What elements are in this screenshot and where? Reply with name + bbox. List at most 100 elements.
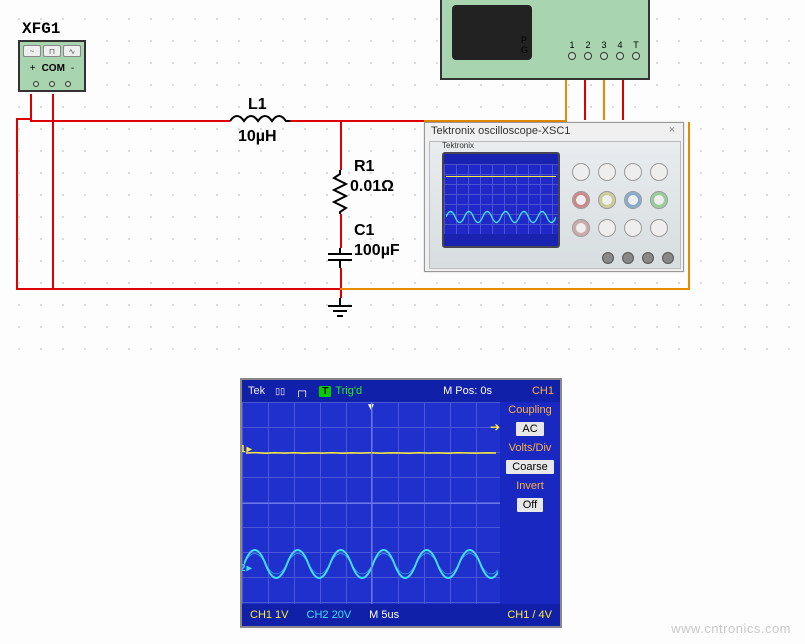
wire <box>603 80 605 120</box>
trace-ch1 <box>246 450 496 453</box>
voltsdiv-button[interactable]: Coarse <box>506 460 553 474</box>
xfg1-ports <box>33 81 71 87</box>
sine-icon: ~ <box>23 45 41 57</box>
knob-icon[interactable] <box>572 163 590 181</box>
knob-icon[interactable] <box>650 191 668 209</box>
wire <box>16 118 30 120</box>
bnc-icon[interactable] <box>642 252 654 264</box>
capacitor-symbol <box>326 248 354 268</box>
ch1-arrow-icon: ➔ <box>490 420 500 434</box>
mpos-label: M Pos: 0s <box>443 385 492 397</box>
trace-ch2 <box>244 534 498 594</box>
schematic-canvas <box>0 0 805 350</box>
xsc1-g-label: G <box>521 45 528 55</box>
scope-window[interactable]: Tektronix oscilloscope-XSC1 × Tektronix <box>424 122 684 272</box>
r1-ref: R1 <box>354 158 374 176</box>
wire <box>30 120 230 122</box>
scope-bottom-bar: CH1 1V CH2 20V M 5us CH1 / 4V <box>242 604 560 626</box>
xsc1-ports: 1 2 3 4 T <box>568 40 640 60</box>
xsc1-portt-label: T <box>633 40 639 50</box>
mini-trace-ch2 <box>446 206 556 228</box>
bnc-icon[interactable] <box>622 252 634 264</box>
scope-brand: Tektronix <box>442 141 474 150</box>
xsc1-port3-label: 3 <box>601 40 606 50</box>
xsc1-port4[interactable] <box>616 52 624 60</box>
xsc1-port1[interactable] <box>568 52 576 60</box>
wire <box>16 118 18 288</box>
knob-icon[interactable] <box>572 219 590 237</box>
knob-icon[interactable] <box>624 163 642 181</box>
close-icon[interactable]: × <box>665 124 679 138</box>
invert-button[interactable]: Off <box>517 498 543 512</box>
scope-knob-panel <box>570 160 670 240</box>
invert-label: Invert <box>516 480 544 492</box>
knob-icon[interactable] <box>624 219 642 237</box>
wire <box>290 120 424 122</box>
bnc-icon[interactable] <box>602 252 614 264</box>
l1-ref: L1 <box>248 96 267 114</box>
trig-status: T Trig'd <box>319 385 362 397</box>
knob-icon[interactable] <box>650 163 668 181</box>
ch1-scale: CH1 1V <box>250 609 289 621</box>
scope-display: Tek ▯▯ ┌┐ T Trig'd M Pos: 0s CH1 ▼ ➔ 1▸ … <box>240 378 562 628</box>
scope-mini-display <box>442 152 560 248</box>
xsc1-port3[interactable] <box>600 52 608 60</box>
c1-ref: C1 <box>354 222 374 240</box>
knob-icon[interactable] <box>598 163 616 181</box>
xsc1-p-label: P <box>521 35 528 45</box>
xsc1-port2[interactable] <box>584 52 592 60</box>
xsc1-port2-label: 2 <box>585 40 590 50</box>
xfg1-port-minus[interactable] <box>65 81 71 87</box>
xsc1-port4-label: 4 <box>617 40 622 50</box>
xfg1-port-plus[interactable] <box>33 81 39 87</box>
xfg1-wave-buttons: ~ ⊓ ∿ <box>23 45 81 57</box>
knob-icon[interactable] <box>650 219 668 237</box>
ground-symbol <box>326 298 354 320</box>
c1-value: 100µF <box>354 242 400 260</box>
resistor-symbol <box>332 170 348 214</box>
coupling-label: Coupling <box>508 404 551 416</box>
wire <box>30 94 32 120</box>
wire <box>340 268 342 298</box>
coupling-button[interactable]: AC <box>516 422 543 436</box>
l1-value: 10µH <box>238 128 277 146</box>
wire <box>52 94 54 288</box>
mini-trace-ch1 <box>446 176 556 177</box>
triangle-icon: ∿ <box>63 45 81 57</box>
ch2-scale: CH2 20V <box>307 609 352 621</box>
wire <box>584 80 586 120</box>
xfg1-port-com[interactable] <box>49 81 55 87</box>
scope-plot: ▼ ➔ 1▸ 2▸ <box>242 402 500 604</box>
xsc1-pg-labels: P G <box>521 35 528 55</box>
bnc-icon[interactable] <box>662 252 674 264</box>
xsc1-instrument[interactable]: P G 1 2 3 4 T <box>440 0 650 80</box>
r1-value: 0.01Ω <box>350 178 394 196</box>
xfg1-minus: - <box>71 63 74 74</box>
wire <box>16 288 342 290</box>
trigger-pos-icon: ▼ <box>366 402 376 413</box>
wire <box>622 80 624 120</box>
scope-bnc-row <box>602 252 674 264</box>
watermark: www.cntronics.com <box>671 621 791 636</box>
knob-icon[interactable] <box>624 191 642 209</box>
xsc1-port1-label: 1 <box>569 40 574 50</box>
xfg1-plus: + <box>30 63 36 74</box>
xfg1-com-label: COM <box>42 63 65 74</box>
scope-top-bar: Tek ▯▯ ┌┐ T Trig'd M Pos: 0s CH1 <box>242 380 560 402</box>
voltsdiv-label: Volts/Div <box>509 442 552 454</box>
knob-icon[interactable] <box>598 219 616 237</box>
scope-window-title: Tektronix oscilloscope-XSC1 <box>431 125 570 137</box>
xsc1-port-t[interactable] <box>632 52 640 60</box>
tek-label: Tek <box>248 385 265 397</box>
xfg1-instrument[interactable]: ~ ⊓ ∿ + COM - <box>18 40 86 92</box>
ch1-head: CH1 <box>532 385 554 397</box>
inductor-symbol <box>230 114 290 128</box>
knob-icon[interactable] <box>572 191 590 209</box>
wire <box>340 120 342 170</box>
wire <box>340 214 342 248</box>
xfg1-label: XFG1 <box>22 20 60 38</box>
trigger-readout: CH1 / 4V <box>507 609 552 621</box>
knob-icon[interactable] <box>598 191 616 209</box>
scope-photo: Tektronix <box>429 141 681 269</box>
wire <box>340 288 690 290</box>
